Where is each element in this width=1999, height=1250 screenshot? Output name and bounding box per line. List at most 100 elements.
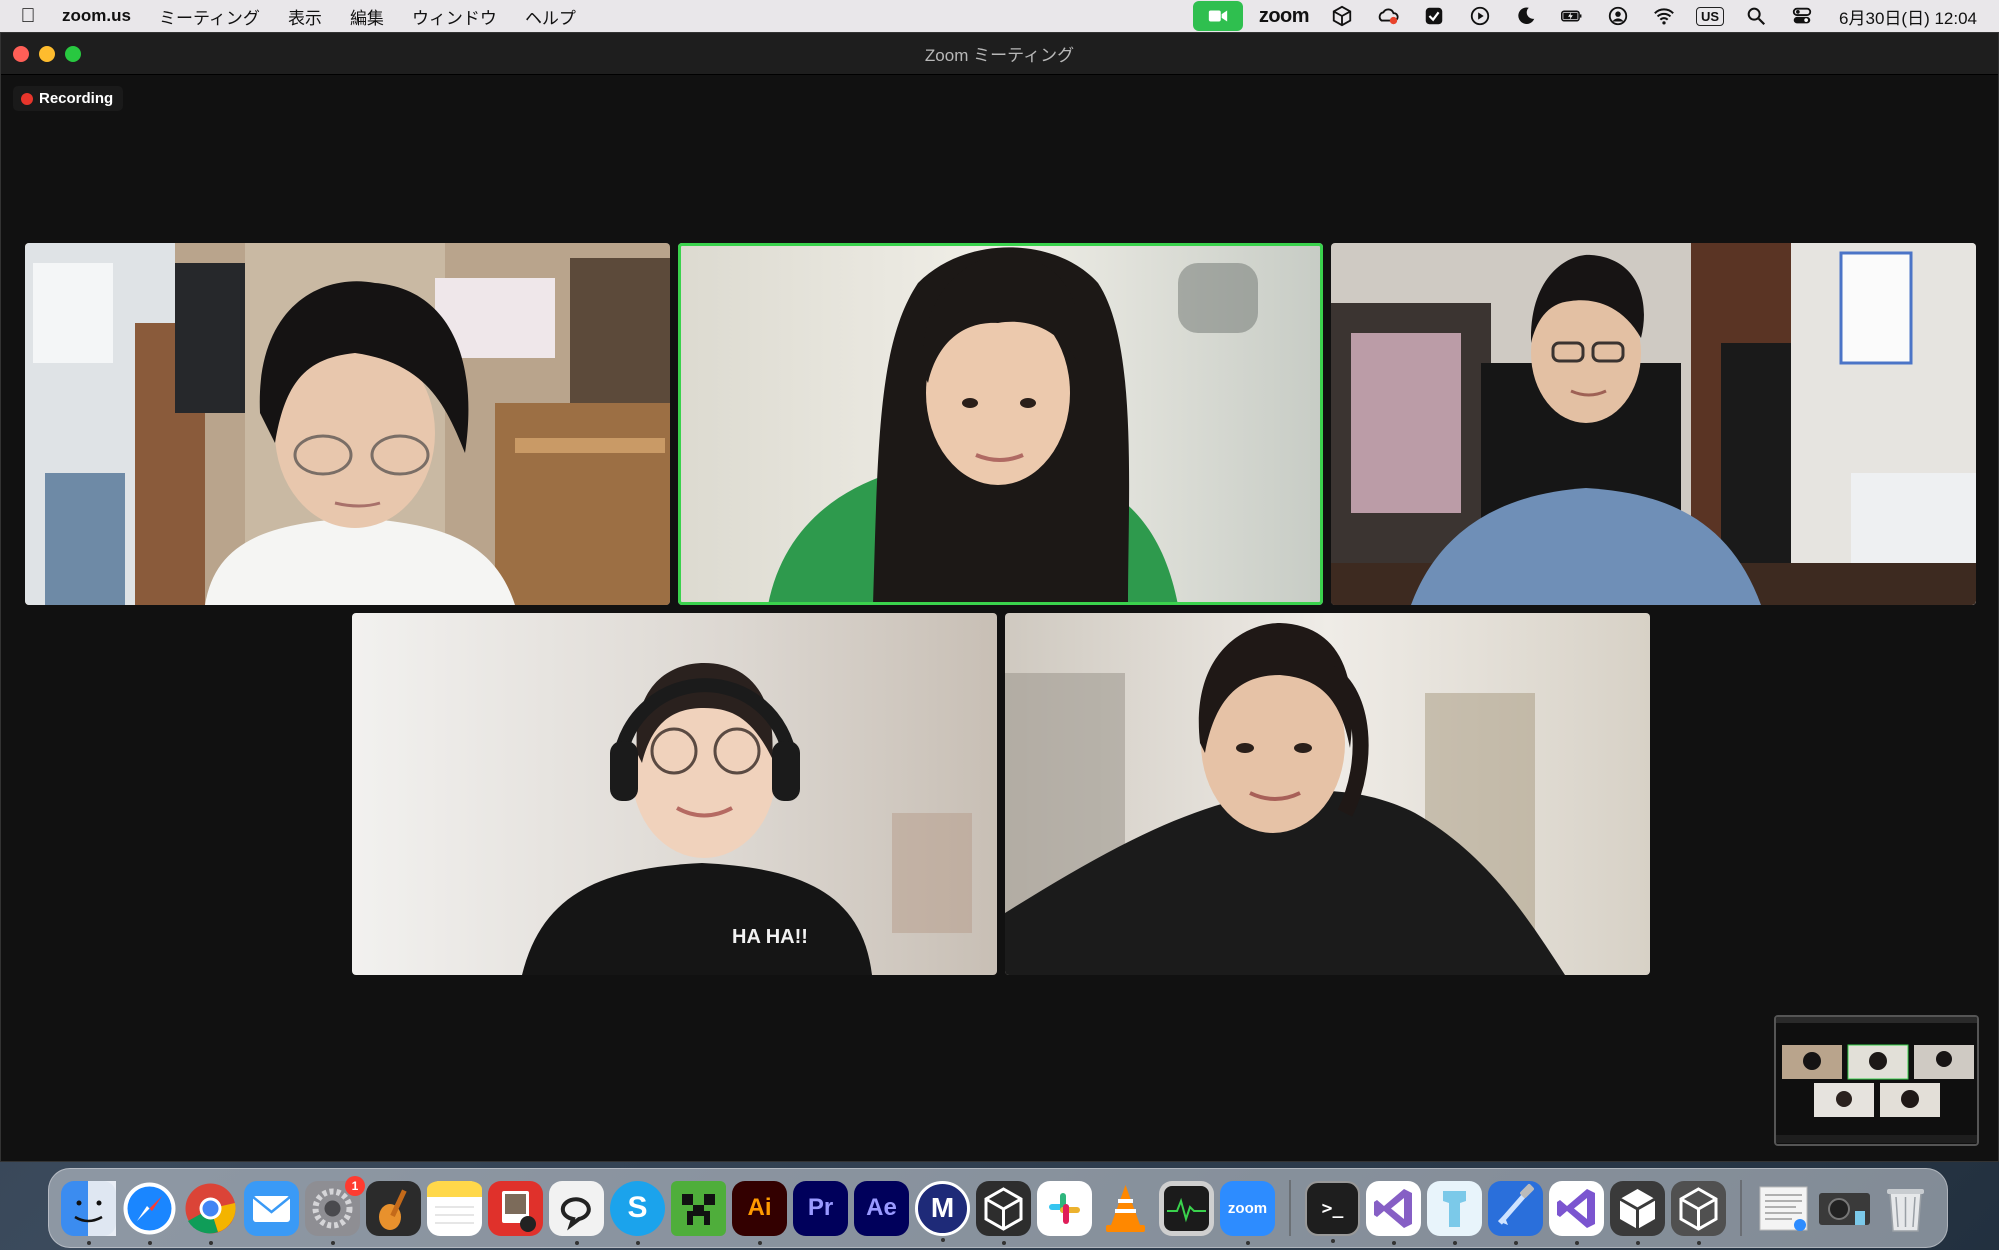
control-center-icon[interactable] — [1779, 0, 1825, 32]
participant-video-frame: HA HA!! — [352, 613, 997, 975]
spotlight-search-icon[interactable] — [1733, 0, 1779, 32]
checkbox-status-icon[interactable] — [1411, 0, 1457, 32]
running-indicator — [635, 1240, 640, 1245]
trash-icon[interactable] — [1878, 1181, 1933, 1236]
participant-video-tile[interactable]: HA HA!! — [352, 613, 997, 975]
running-indicator — [1574, 1240, 1579, 1245]
terminal-icon[interactable]: >_ — [1305, 1180, 1360, 1243]
participant-video-frame — [1331, 243, 1976, 605]
illustrator-icon[interactable]: Ai — [732, 1180, 787, 1245]
unity-icon[interactable] — [1610, 1180, 1665, 1245]
participant-video-tile[interactable] — [1331, 243, 1976, 605]
participant-video-tile-active-speaker[interactable] — [678, 243, 1323, 605]
input-source-label: US — [1696, 6, 1725, 26]
participant-video-tile[interactable] — [1005, 613, 1650, 975]
running-indicator — [940, 1237, 945, 1242]
participant-video-tile[interactable] — [25, 243, 670, 605]
running-indicator — [1513, 1240, 1518, 1245]
participant-video-frame — [25, 243, 670, 605]
system-settings-icon[interactable]: 1 — [305, 1175, 365, 1245]
participant-video-frame — [1005, 613, 1650, 975]
notes-icon[interactable] — [427, 1180, 482, 1236]
running-indicator — [1452, 1240, 1457, 1245]
window-minimize-button[interactable] — [39, 46, 55, 62]
terminal-label: >_ — [1321, 1197, 1344, 1219]
visual-studio-2-icon[interactable] — [1549, 1180, 1604, 1245]
self-view-preview — [1776, 1017, 1977, 1144]
zoom-meeting-window: Zoom ミーティング Recording HA HA!! — [0, 32, 1999, 1162]
xcode-icon[interactable] — [1488, 1180, 1543, 1245]
window-fullscreen-button[interactable] — [65, 46, 81, 62]
zoom-camera-status-icon[interactable] — [1192, 1, 1243, 31]
minecraft-icon[interactable] — [671, 1180, 726, 1236]
visual-studio-icon[interactable] — [1366, 1180, 1421, 1245]
photo-booth-icon[interactable] — [488, 1180, 543, 1236]
chrome-icon[interactable] — [183, 1181, 238, 1245]
moon-icon[interactable] — [1503, 0, 1549, 32]
user-account-icon[interactable] — [1595, 0, 1641, 32]
menu-help[interactable]: ヘルプ — [511, 0, 590, 32]
running-indicator — [86, 1240, 91, 1245]
menu-bar:  zoom.us ミーティング 表示 編集 ウィンドウ ヘルプ zoom — [0, 0, 1999, 32]
notification-badge: 1 — [345, 1175, 365, 1196]
recording-dot-icon — [21, 92, 33, 105]
participant-video-frame — [678, 243, 1323, 605]
running-indicator — [1696, 1240, 1701, 1245]
menubar-clock[interactable]: 6月30日(日) 12:04 — [1825, 4, 1977, 29]
menu-view[interactable]: 表示 — [274, 0, 336, 32]
screen-capture-icon[interactable] — [1817, 1181, 1872, 1236]
skype-label: S — [627, 1191, 648, 1224]
creative-cloud-status-icon[interactable] — [1365, 0, 1411, 32]
after-effects-icon[interactable]: Ae — [854, 1180, 909, 1236]
premiere-icon[interactable]: Pr — [793, 1180, 848, 1236]
running-indicator — [1245, 1240, 1250, 1245]
illustrator-label: Ai — [747, 1194, 772, 1221]
mail-icon[interactable] — [244, 1180, 299, 1236]
running-indicator — [1001, 1240, 1006, 1245]
wifi-icon[interactable] — [1641, 0, 1687, 32]
running-indicator — [330, 1240, 335, 1245]
running-indicator — [1635, 1240, 1640, 1245]
running-indicator — [757, 1240, 762, 1245]
premiere-label: Pr — [807, 1194, 834, 1221]
recording-label: Recording — [39, 90, 114, 107]
vlc-icon[interactable] — [1098, 1181, 1153, 1236]
window-close-button[interactable] — [13, 46, 29, 62]
dock-separator — [1740, 1180, 1742, 1236]
apple-menu-icon[interactable]:  — [0, 5, 56, 28]
zoom-app-icon[interactable]: zoom — [1220, 1180, 1275, 1245]
unity-2-icon[interactable] — [1671, 1180, 1726, 1245]
dock: 1 S Ai Pr Ae Mzoom >_ — [48, 1168, 1948, 1248]
battery-icon[interactable] — [1549, 0, 1595, 32]
safari-icon[interactable] — [122, 1181, 177, 1245]
activity-monitor-icon[interactable] — [1159, 1180, 1214, 1236]
zoom-status-label[interactable]: zoom — [1249, 5, 1319, 28]
after-effects-label: Ae — [866, 1194, 897, 1221]
dock-separator — [1289, 1180, 1291, 1236]
menu-edit[interactable]: 編集 — [336, 0, 398, 32]
document-preview-icon[interactable] — [1756, 1181, 1811, 1236]
finder-icon[interactable] — [61, 1180, 116, 1245]
running-indicator — [574, 1240, 579, 1245]
recording-indicator[interactable]: Recording — [13, 86, 124, 111]
self-view-thumbnail[interactable] — [1774, 1015, 1979, 1146]
unity-hub-icon[interactable] — [976, 1180, 1031, 1245]
skype-icon[interactable]: S — [610, 1180, 665, 1245]
window-titlebar[interactable]: Zoom ミーティング — [1, 33, 1998, 75]
line-icon[interactable] — [549, 1180, 604, 1245]
garageband-icon[interactable] — [366, 1180, 421, 1236]
play-status-icon[interactable] — [1457, 0, 1503, 32]
running-indicator — [1391, 1240, 1396, 1245]
unity-status-icon[interactable] — [1319, 0, 1365, 32]
menu-meeting[interactable]: ミーティング — [145, 0, 274, 32]
blue-app-icon[interactable] — [1427, 1180, 1482, 1245]
window-title: Zoom ミーティング — [924, 46, 1075, 65]
menu-app-name[interactable]: zoom.us — [56, 0, 145, 32]
menu-window[interactable]: ウィンドウ — [398, 0, 511, 32]
slack-icon[interactable] — [1037, 1180, 1092, 1236]
running-indicator — [1330, 1238, 1335, 1243]
svg-text:HA HA!!: HA HA!! — [732, 926, 808, 948]
input-source-indicator[interactable]: US — [1687, 0, 1733, 32]
m-app-icon[interactable]: M — [915, 1180, 970, 1242]
m-app-label: M — [930, 1192, 955, 1223]
